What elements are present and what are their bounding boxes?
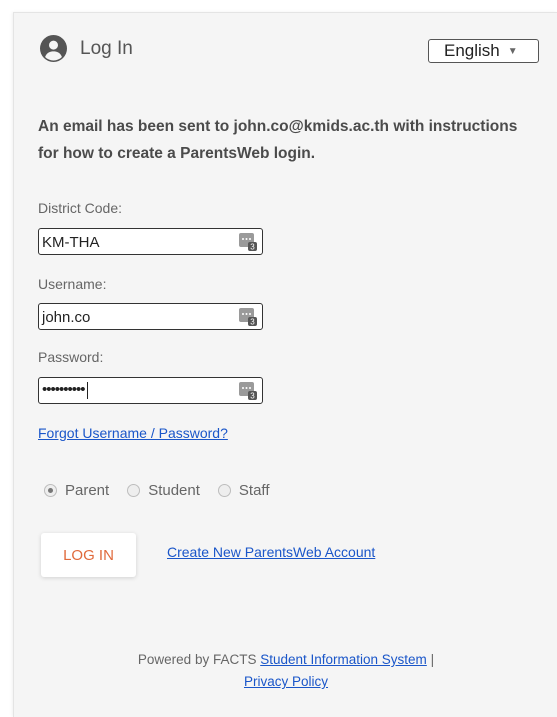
role-option-student[interactable]: Student [127,482,200,499]
log-in-button[interactable]: LOG IN [41,533,136,577]
role-label-parent: Parent [65,482,110,499]
svg-text:3: 3 [250,243,255,252]
district-code-field[interactable]: KM-THA 3 [38,228,263,255]
confirmation-message: An email has been sent to john.co@kmids.… [38,118,518,162]
password-label: Password: [38,349,104,365]
radio-parent[interactable] [44,484,57,497]
password-value: •••••••••• [42,381,88,399]
page-title: Log In [80,37,133,59]
radio-staff[interactable] [217,484,231,497]
language-selected-value: English [444,41,500,60]
chevron-down-icon: ▼ [507,45,518,57]
role-option-parent[interactable]: Parent [44,482,109,499]
district-code-label: District Code: [38,200,123,216]
svg-text:3: 3 [250,318,255,327]
login-panel: Log In English ▼ An email has been sent … [13,12,557,717]
footer-prefix: Powered by FACTS [137,652,261,667]
create-account-link[interactable]: Create New ParentsWeb Account [167,544,375,560]
privacy-policy-link[interactable]: Privacy Policy [244,674,328,689]
username-label: Username: [38,276,107,292]
role-option-staff[interactable]: Staff [217,482,270,499]
footer-separator: | [426,652,435,667]
radio-student[interactable] [127,484,141,497]
forgot-credentials-link[interactable]: Forgot Username / Password? [38,425,228,441]
role-selector: Parent Student Staff [44,482,288,499]
password-manager-icon[interactable]: 3 [239,308,257,326]
password-manager-icon[interactable]: 3 [239,382,257,400]
district-code-value: KM-THA [42,234,100,251]
username-value: john.co [42,309,91,326]
footer: Powered by FACTS Student Information Sys… [14,649,557,693]
svg-text:3: 3 [250,392,255,401]
user-circle-icon [40,35,67,62]
panel-header: Log In [40,35,133,62]
role-label-student: Student [148,482,200,499]
language-select[interactable]: English ▼ [428,39,539,63]
password-manager-icon[interactable]: 3 [239,233,257,251]
role-label-staff: Staff [238,482,270,499]
password-field[interactable]: •••••••••• 3 [38,377,263,404]
text-cursor [86,381,88,399]
username-field[interactable]: john.co 3 [38,303,263,330]
sis-link[interactable]: Student Information System [260,652,427,667]
